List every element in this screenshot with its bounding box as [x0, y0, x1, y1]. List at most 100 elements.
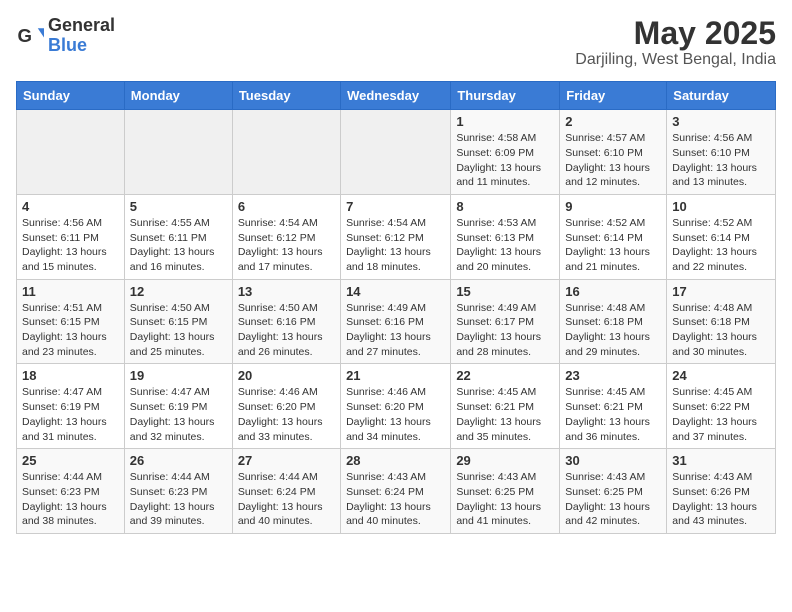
day-info: Sunrise: 4:51 AM Sunset: 6:15 PM Dayligh…: [22, 301, 119, 360]
day-info: Sunrise: 4:43 AM Sunset: 6:24 PM Dayligh…: [346, 470, 445, 529]
calendar-cell: 29 Sunrise: 4:43 AM Sunset: 6:25 PM Dayli…: [451, 449, 560, 534]
day-info: Sunrise: 4:56 AM Sunset: 6:11 PM Dayligh…: [22, 216, 119, 275]
day-header-thursday: Thursday: [451, 82, 560, 110]
calendar-cell: 2 Sunrise: 4:57 AM Sunset: 6:10 PM Daylig…: [560, 110, 667, 195]
header: G General Blue May 2025 Darjiling, West …: [16, 16, 776, 69]
calendar-cell: 25 Sunrise: 4:44 AM Sunset: 6:23 PM Dayli…: [17, 449, 125, 534]
day-number: 20: [238, 368, 335, 383]
day-number: 3: [672, 114, 770, 129]
day-header-wednesday: Wednesday: [341, 82, 451, 110]
day-number: 13: [238, 284, 335, 299]
calendar-cell: 27 Sunrise: 4:44 AM Sunset: 6:24 PM Dayli…: [232, 449, 340, 534]
week-row-5: 25 Sunrise: 4:44 AM Sunset: 6:23 PM Dayli…: [17, 449, 776, 534]
calendar-cell: 28 Sunrise: 4:43 AM Sunset: 6:24 PM Dayli…: [341, 449, 451, 534]
day-number: 27: [238, 453, 335, 468]
calendar-cell: 8 Sunrise: 4:53 AM Sunset: 6:13 PM Daylig…: [451, 194, 560, 279]
calendar-cell: 21Sunrise: 4:46 AM Sunset: 6:20 PM Dayli…: [341, 364, 451, 449]
day-info: Sunrise: 4:49 AM Sunset: 6:17 PM Dayligh…: [456, 301, 554, 360]
day-info: Sunrise: 4:46 AM Sunset: 6:20 PM Dayligh…: [238, 385, 335, 444]
day-number: 10: [672, 199, 770, 214]
day-info: Sunrise: 4:45 AM Sunset: 6:21 PM Dayligh…: [565, 385, 661, 444]
day-number: 26: [130, 453, 227, 468]
calendar-cell: 10 Sunrise: 4:52 AM Sunset: 6:14 PM Dayli…: [667, 194, 776, 279]
day-header-sunday: Sunday: [17, 82, 125, 110]
day-number: 22: [456, 368, 554, 383]
day-number: 7: [346, 199, 445, 214]
day-number: 31: [672, 453, 770, 468]
day-number: 29: [456, 453, 554, 468]
calendar-cell: 24 Sunrise: 4:45 AM Sunset: 6:22 PM Dayli…: [667, 364, 776, 449]
calendar-cell: 4 Sunrise: 4:56 AM Sunset: 6:11 PM Daylig…: [17, 194, 125, 279]
calendar-cell: 18 Sunrise: 4:47 AM Sunset: 6:19 PM Dayli…: [17, 364, 125, 449]
day-number: 9: [565, 199, 661, 214]
day-info: Sunrise: 4:47 AM Sunset: 6:19 PM Dayligh…: [22, 385, 119, 444]
week-row-4: 18 Sunrise: 4:47 AM Sunset: 6:19 PM Dayli…: [17, 364, 776, 449]
day-info: Sunrise: 4:50 AM Sunset: 6:15 PM Dayligh…: [130, 301, 227, 360]
calendar-cell: 23Sunrise: 4:45 AM Sunset: 6:21 PM Dayli…: [560, 364, 667, 449]
calendar-cell: [232, 110, 340, 195]
day-info: Sunrise: 4:52 AM Sunset: 6:14 PM Dayligh…: [565, 216, 661, 275]
calendar-cell: 7Sunrise: 4:54 AM Sunset: 6:12 PM Daylig…: [341, 194, 451, 279]
day-info: Sunrise: 4:48 AM Sunset: 6:18 PM Dayligh…: [672, 301, 770, 360]
day-number: 24: [672, 368, 770, 383]
day-header-friday: Friday: [560, 82, 667, 110]
days-header-row: SundayMondayTuesdayWednesdayThursdayFrid…: [17, 82, 776, 110]
day-number: 8: [456, 199, 554, 214]
calendar-cell: [124, 110, 232, 195]
logo: G General Blue: [16, 16, 115, 56]
day-header-monday: Monday: [124, 82, 232, 110]
day-number: 11: [22, 284, 119, 299]
day-info: Sunrise: 4:44 AM Sunset: 6:24 PM Dayligh…: [238, 470, 335, 529]
day-number: 14: [346, 284, 445, 299]
location: Darjiling, West Bengal, India: [575, 51, 776, 69]
calendar-cell: 14Sunrise: 4:49 AM Sunset: 6:16 PM Dayli…: [341, 279, 451, 364]
day-info: Sunrise: 4:53 AM Sunset: 6:13 PM Dayligh…: [456, 216, 554, 275]
calendar-cell: [341, 110, 451, 195]
day-number: 19: [130, 368, 227, 383]
month-year: May 2025: [575, 16, 776, 51]
day-info: Sunrise: 4:45 AM Sunset: 6:22 PM Dayligh…: [672, 385, 770, 444]
day-info: Sunrise: 4:56 AM Sunset: 6:10 PM Dayligh…: [672, 131, 770, 190]
day-header-tuesday: Tuesday: [232, 82, 340, 110]
day-info: Sunrise: 4:58 AM Sunset: 6:09 PM Dayligh…: [456, 131, 554, 190]
day-info: Sunrise: 4:44 AM Sunset: 6:23 PM Dayligh…: [22, 470, 119, 529]
calendar-cell: 19Sunrise: 4:47 AM Sunset: 6:19 PM Dayli…: [124, 364, 232, 449]
day-info: Sunrise: 4:54 AM Sunset: 6:12 PM Dayligh…: [238, 216, 335, 275]
day-number: 16: [565, 284, 661, 299]
calendar-cell: 5Sunrise: 4:55 AM Sunset: 6:11 PM Daylig…: [124, 194, 232, 279]
day-info: Sunrise: 4:45 AM Sunset: 6:21 PM Dayligh…: [456, 385, 554, 444]
calendar-cell: 20 Sunrise: 4:46 AM Sunset: 6:20 PM Dayli…: [232, 364, 340, 449]
calendar-cell: 11 Sunrise: 4:51 AM Sunset: 6:15 PM Dayli…: [17, 279, 125, 364]
calendar-cell: [17, 110, 125, 195]
calendar-cell: 30Sunrise: 4:43 AM Sunset: 6:25 PM Dayli…: [560, 449, 667, 534]
calendar-cell: 13Sunrise: 4:50 AM Sunset: 6:16 PM Dayli…: [232, 279, 340, 364]
week-row-1: 1 Sunrise: 4:58 AM Sunset: 6:09 PM Daylig…: [17, 110, 776, 195]
title-area: May 2025 Darjiling, West Bengal, India: [575, 16, 776, 69]
svg-text:G: G: [18, 25, 33, 46]
calendar-cell: 26Sunrise: 4:44 AM Sunset: 6:23 PM Dayli…: [124, 449, 232, 534]
day-number: 28: [346, 453, 445, 468]
calendar-cell: 31Sunrise: 4:43 AM Sunset: 6:26 PM Dayli…: [667, 449, 776, 534]
day-number: 15: [456, 284, 554, 299]
week-row-2: 4 Sunrise: 4:56 AM Sunset: 6:11 PM Daylig…: [17, 194, 776, 279]
day-number: 2: [565, 114, 661, 129]
day-number: 30: [565, 453, 661, 468]
day-number: 1: [456, 114, 554, 129]
day-info: Sunrise: 4:57 AM Sunset: 6:10 PM Dayligh…: [565, 131, 661, 190]
day-info: Sunrise: 4:46 AM Sunset: 6:20 PM Dayligh…: [346, 385, 445, 444]
day-number: 18: [22, 368, 119, 383]
calendar-cell: 16Sunrise: 4:48 AM Sunset: 6:18 PM Dayli…: [560, 279, 667, 364]
day-number: 17: [672, 284, 770, 299]
day-info: Sunrise: 4:52 AM Sunset: 6:14 PM Dayligh…: [672, 216, 770, 275]
day-number: 25: [22, 453, 119, 468]
calendar-cell: 1 Sunrise: 4:58 AM Sunset: 6:09 PM Daylig…: [451, 110, 560, 195]
logo-icon: G: [16, 22, 44, 50]
week-row-3: 11 Sunrise: 4:51 AM Sunset: 6:15 PM Dayli…: [17, 279, 776, 364]
logo-general: General: [48, 16, 115, 36]
calendar-cell: 6Sunrise: 4:54 AM Sunset: 6:12 PM Daylig…: [232, 194, 340, 279]
calendar-cell: 22 Sunrise: 4:45 AM Sunset: 6:21 PM Dayli…: [451, 364, 560, 449]
day-header-saturday: Saturday: [667, 82, 776, 110]
day-info: Sunrise: 4:43 AM Sunset: 6:25 PM Dayligh…: [456, 470, 554, 529]
calendar-cell: 15 Sunrise: 4:49 AM Sunset: 6:17 PM Dayli…: [451, 279, 560, 364]
day-number: 4: [22, 199, 119, 214]
